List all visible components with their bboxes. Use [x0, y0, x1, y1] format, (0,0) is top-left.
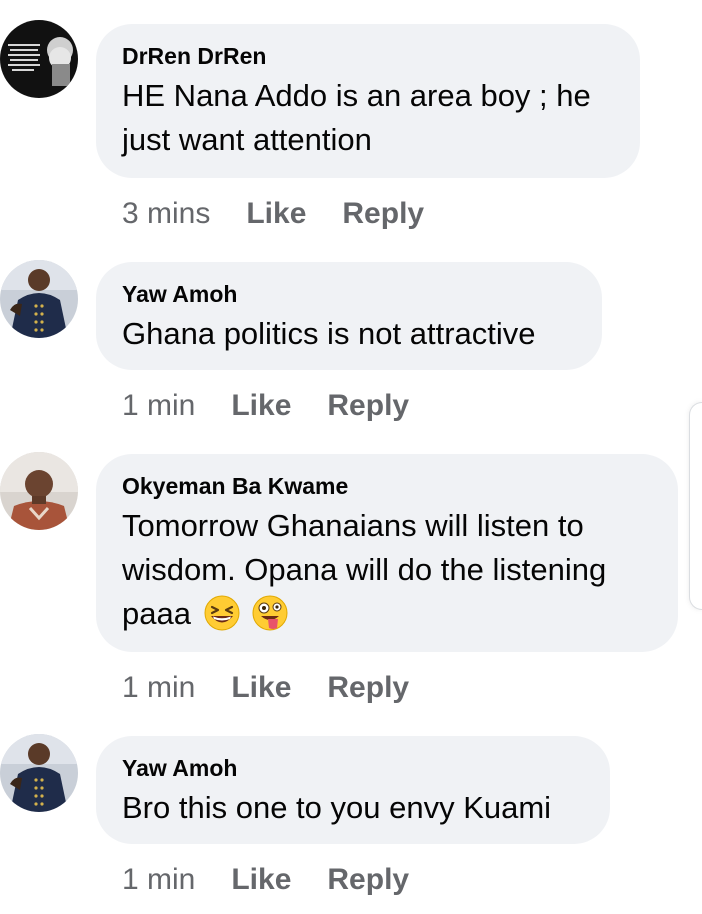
avatar-okyeman-ba-kwame[interactable]	[0, 452, 78, 530]
avatar-einstein-quote[interactable]	[0, 20, 78, 98]
comment-author[interactable]: DrRen DrRen	[122, 42, 612, 70]
like-button[interactable]: Like	[231, 671, 291, 704]
comment-text-line: paaa	[122, 596, 191, 631]
man-in-navy-suit-avatar-icon	[0, 734, 78, 812]
like-button[interactable]: Like	[231, 863, 291, 896]
reply-button[interactable]: Reply	[327, 863, 409, 896]
reply-button[interactable]: Reply	[327, 389, 409, 422]
comment-author[interactable]: Yaw Amoh	[122, 754, 582, 782]
comment-actions: 1 min Like Reply	[122, 862, 409, 898]
man-in-navy-suit-avatar-icon	[0, 260, 78, 338]
comment-text-line: Ghana politics is not attractive	[122, 316, 536, 351]
man-portrait-avatar-icon	[0, 452, 78, 530]
comment-text-line: HE Nana Addo is an area boy ; he	[122, 78, 591, 113]
comment-bubble: Okyeman Ba Kwame Tomorrow Ghanaians will…	[96, 454, 678, 652]
comment-timestamp[interactable]: 1 min	[122, 863, 195, 896]
comment-bubble: Yaw Amoh Ghana politics is not attractiv…	[96, 262, 602, 370]
comment-bubble: DrRen DrRen HE Nana Addo is an area boy …	[96, 24, 640, 178]
like-button[interactable]: Like	[231, 389, 291, 422]
grinning-squinting-face-emoji-icon	[204, 595, 240, 631]
comment-bubble: Yaw Amoh Bro this one to you envy Kuami	[96, 736, 610, 844]
comment-text-line: Bro this one to you envy Kuami	[122, 790, 552, 825]
comment-actions: 3 mins Like Reply	[122, 196, 424, 232]
reply-button[interactable]: Reply	[342, 197, 424, 230]
comment-actions: 1 min Like Reply	[122, 388, 409, 424]
comment-author[interactable]: Okyeman Ba Kwame	[122, 472, 650, 500]
offscreen-panel-edge	[689, 402, 702, 610]
comment-author[interactable]: Yaw Amoh	[122, 280, 574, 308]
comment-timestamp[interactable]: 3 mins	[122, 197, 210, 230]
comment-timestamp[interactable]: 1 min	[122, 671, 195, 704]
comment-text-line: just want attention	[122, 122, 372, 157]
comment-text-line: wisdom. Opana will do the listening	[122, 552, 607, 587]
comment-text-line: Tomorrow Ghanaians will listen to	[122, 508, 584, 543]
comment-actions: 1 min Like Reply	[122, 670, 409, 706]
avatar-yaw-amoh[interactable]	[0, 734, 78, 812]
einstein-quote-avatar-icon	[0, 20, 78, 98]
comment-text-last-line: paaa	[122, 592, 650, 636]
zany-face-emoji-icon	[252, 595, 288, 631]
like-button[interactable]: Like	[246, 197, 306, 230]
reply-button[interactable]: Reply	[327, 671, 409, 704]
avatar-yaw-amoh[interactable]	[0, 260, 78, 338]
comment-timestamp[interactable]: 1 min	[122, 389, 195, 422]
